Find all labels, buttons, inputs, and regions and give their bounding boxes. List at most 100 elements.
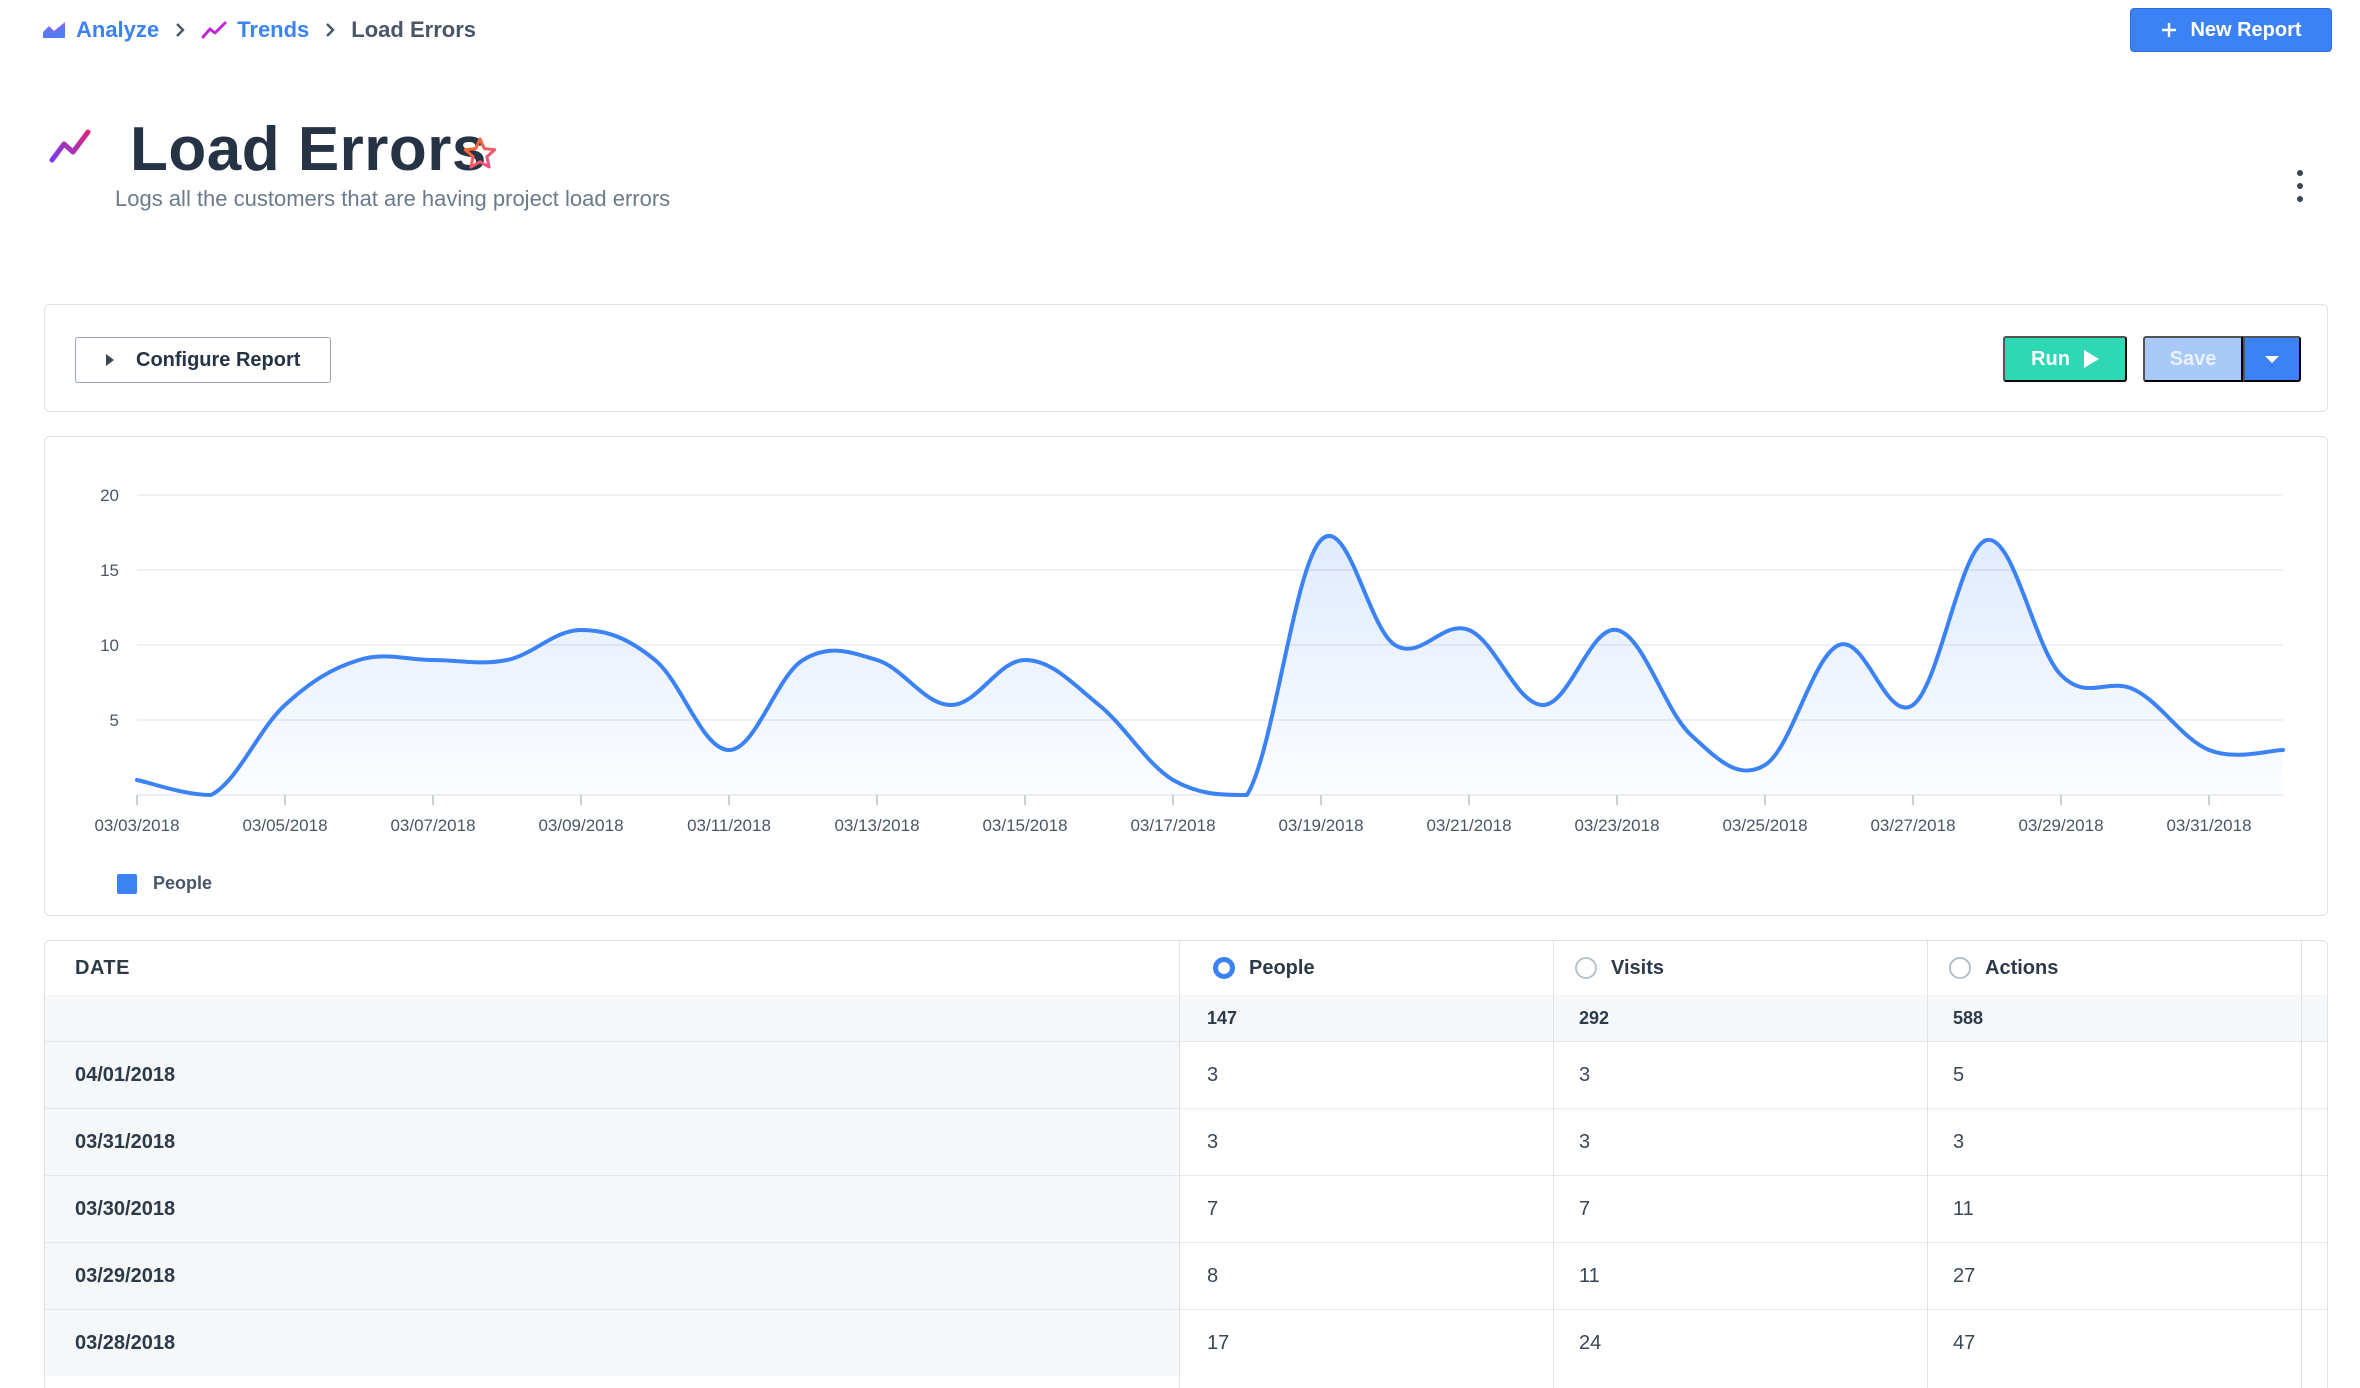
- radio-actions[interactable]: [1949, 957, 1971, 979]
- data-point[interactable]: [1466, 627, 1472, 633]
- caret-down-icon: [2265, 355, 2279, 363]
- x-tick-label: 03/07/2018: [390, 816, 475, 835]
- data-point[interactable]: [948, 702, 954, 708]
- data-point[interactable]: [356, 657, 362, 663]
- legend-label-people: People: [153, 873, 213, 893]
- breadcrumb-current: Load Errors: [351, 17, 476, 42]
- data-point[interactable]: [282, 702, 288, 708]
- x-tick-label: 03/05/2018: [242, 816, 327, 835]
- radio-visits[interactable]: [1575, 957, 1597, 979]
- breadcrumb-trends-label[interactable]: Trends: [237, 17, 309, 43]
- area-chart-icon: [43, 22, 65, 38]
- cell-visits: 3: [1579, 1130, 1591, 1153]
- data-point[interactable]: [1540, 702, 1546, 708]
- column-header-people-label: People: [1249, 956, 1315, 979]
- column-header-actions[interactable]: Actions: [1949, 941, 2058, 995]
- more-options-icon[interactable]: [2294, 170, 2306, 202]
- table-row[interactable]: 03/28/2018 17 24 47: [45, 1309, 2327, 1376]
- data-point[interactable]: [800, 657, 806, 663]
- data-point[interactable]: [2280, 747, 2286, 753]
- data-point[interactable]: [1762, 762, 1768, 768]
- x-tick-label: 03/13/2018: [834, 816, 919, 835]
- y-tick-label: 20: [100, 486, 119, 505]
- series-area-people: [137, 535, 2283, 795]
- x-tick-label: 03/15/2018: [982, 816, 1067, 835]
- total-visits: 292: [1579, 1007, 1610, 1028]
- data-point[interactable]: [134, 777, 140, 783]
- caret-right-icon: [106, 354, 114, 366]
- data-point[interactable]: [1910, 702, 1916, 708]
- cell-actions: 11: [1953, 1197, 1974, 1220]
- trend-line-icon: [201, 21, 227, 39]
- cell-actions: 5: [1953, 1063, 1965, 1086]
- data-point[interactable]: [1318, 537, 1324, 543]
- configure-report-button[interactable]: Configure Report: [75, 337, 331, 383]
- y-tick-label: 5: [110, 711, 119, 730]
- y-tick-label: 10: [100, 636, 119, 655]
- radio-people[interactable]: [1213, 957, 1235, 979]
- breadcrumb-analyze-label[interactable]: Analyze: [76, 17, 159, 43]
- x-tick-label: 03/29/2018: [2018, 816, 2103, 835]
- data-point[interactable]: [2058, 672, 2064, 678]
- run-label: Run: [2031, 347, 2070, 370]
- column-header-date: DATE: [75, 956, 130, 979]
- page-title: Load Errors: [130, 115, 487, 184]
- data-point[interactable]: [874, 657, 880, 663]
- save-button[interactable]: Save: [2143, 336, 2243, 382]
- run-button[interactable]: Run: [2003, 336, 2127, 382]
- cell-actions: 3: [1953, 1130, 1965, 1153]
- breadcrumb: Analyze Trends Load Errors: [42, 14, 476, 46]
- data-point[interactable]: [1096, 702, 1102, 708]
- chevron-right-icon: [175, 22, 185, 38]
- data-point[interactable]: [430, 657, 436, 663]
- column-header-people[interactable]: People: [1213, 941, 1315, 995]
- column-divider: [1927, 941, 1928, 1388]
- column-header-visits-label: Visits: [1611, 956, 1664, 979]
- data-point[interactable]: [1614, 627, 1620, 633]
- configure-report-label: Configure Report: [136, 348, 301, 371]
- x-tick-label: 03/21/2018: [1426, 816, 1511, 835]
- data-point[interactable]: [2206, 747, 2212, 753]
- data-point[interactable]: [2132, 687, 2138, 693]
- cell-date: 04/01/2018: [45, 1042, 1179, 1108]
- trend-chart: 5 10 15 20 03/03/2018 03/05/2018 03/07/2018 03…: [94, 486, 2286, 835]
- table-row[interactable]: 03/30/2018 7 7 11: [45, 1175, 2327, 1242]
- breadcrumb-analyze[interactable]: Analyze: [42, 17, 159, 43]
- data-point[interactable]: [1022, 657, 1028, 663]
- data-point[interactable]: [652, 657, 658, 663]
- data-point[interactable]: [578, 627, 584, 633]
- new-report-label: New Report: [2190, 18, 2302, 41]
- x-tick-label: 03/11/2018: [687, 816, 771, 835]
- data-point[interactable]: [1244, 792, 1250, 798]
- save-dropdown-button[interactable]: [2243, 336, 2301, 382]
- total-actions: 588: [1953, 1007, 1984, 1028]
- chart-legend[interactable]: People: [117, 873, 212, 894]
- new-report-button[interactable]: New Report: [2130, 8, 2332, 52]
- y-tick-label: 15: [100, 561, 119, 580]
- cell-people: 17: [1207, 1331, 1230, 1354]
- star-icon[interactable]: [462, 136, 498, 172]
- cell-date: 03/28/2018: [45, 1310, 1179, 1376]
- configure-panel: Configure Report Run Save: [44, 304, 2328, 412]
- table-row[interactable]: 03/29/2018 8 11 27: [45, 1242, 2327, 1309]
- breadcrumb-trends[interactable]: Trends: [201, 17, 309, 43]
- data-point[interactable]: [208, 792, 214, 798]
- data-point[interactable]: [726, 747, 732, 753]
- data-point[interactable]: [1984, 537, 1990, 543]
- data-point[interactable]: [504, 657, 510, 663]
- data-point[interactable]: [1170, 777, 1176, 783]
- data-point[interactable]: [1836, 642, 1842, 648]
- x-tick-label: 03/19/2018: [1278, 816, 1363, 835]
- table-row[interactable]: 04/01/2018 3 3 5: [45, 1041, 2327, 1108]
- cell-visits: 24: [1579, 1331, 1602, 1354]
- chart-panel: 5 10 15 20 03/03/2018 03/05/2018 03/07/2018 03…: [44, 436, 2328, 916]
- totals-row: 147 292 588: [45, 995, 2327, 1041]
- column-header-visits[interactable]: Visits: [1575, 941, 1664, 995]
- data-point[interactable]: [1688, 732, 1694, 738]
- cell-people: 7: [1207, 1197, 1219, 1220]
- table-row[interactable]: 03/31/2018 3 3 3: [45, 1108, 2327, 1175]
- page-description: Logs all the customers that are having p…: [115, 186, 671, 211]
- data-point[interactable]: [1392, 642, 1398, 648]
- table-header: DATE People Visits Actions: [45, 941, 2327, 995]
- x-tick-label: 03/17/2018: [1130, 816, 1215, 835]
